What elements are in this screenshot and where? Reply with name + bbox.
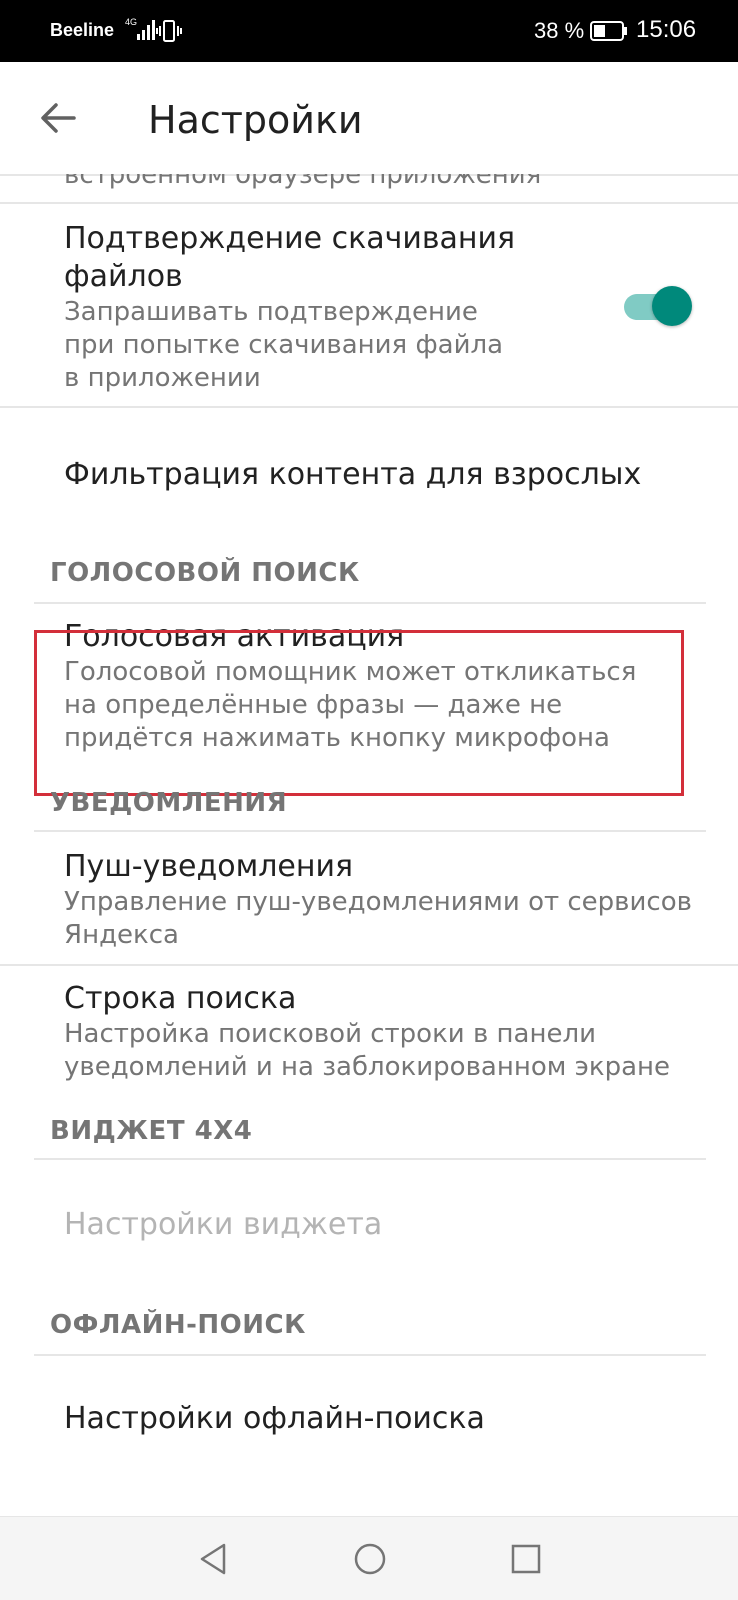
- download-confirm-toggle[interactable]: [622, 286, 692, 326]
- widget-settings-item: Настройки виджета: [64, 1207, 383, 1242]
- app-bar: Настройки: [0, 62, 738, 174]
- clock: 15:06: [636, 16, 697, 43]
- nav-recents-icon[interactable]: [504, 1537, 548, 1581]
- search-bar-title: Строка поиска: [64, 981, 297, 1016]
- push-subtitle: Управление пуш-уведомлениями от сервисов…: [64, 887, 692, 950]
- push-title: Пуш-уведомления: [64, 849, 353, 884]
- download-confirm-title: Подтверждение скачивания: [64, 221, 516, 256]
- divider: [0, 964, 738, 966]
- page-title: Настройки: [148, 98, 363, 142]
- battery-percent: 38 %: [534, 18, 585, 43]
- section-header-widget: ВИДЖЕТ 4X4: [50, 1116, 253, 1146]
- toggle-thumb: [652, 286, 692, 326]
- signal-icon: 4G: [125, 17, 155, 40]
- divider: [34, 1158, 706, 1160]
- divider: [34, 602, 706, 604]
- divider: [34, 1354, 706, 1356]
- system-nav-bar: [0, 1516, 738, 1600]
- clipped-setting-text: встроенном браузере приложения: [64, 174, 542, 190]
- battery-icon: [590, 21, 627, 41]
- divider: [34, 830, 706, 832]
- highlight-frame: [34, 630, 684, 796]
- settings-list[interactable]: встроенном браузере приложения Подтвержд…: [0, 174, 738, 1516]
- nav-back-icon[interactable]: [190, 1537, 234, 1581]
- adult-filter-item[interactable]: Фильтрация контента для взрослых: [64, 456, 641, 494]
- arrow-back-icon[interactable]: [34, 94, 82, 142]
- search-bar-subtitle: Настройка поисковой строки в панели увед…: [64, 1019, 671, 1082]
- section-header-notifications: УВЕДОМЛЕНИЯ: [50, 788, 288, 818]
- vibrate-icon: [156, 20, 182, 42]
- carrier-label: Beeline: [50, 20, 115, 40]
- section-header-voice: ГОЛОСОВОЙ ПОИСК: [50, 558, 360, 588]
- offline-settings-item[interactable]: Настройки офлайн-поиска: [64, 1400, 485, 1438]
- status-bar: Beeline 4G 38 % 15:06: [0, 0, 738, 62]
- network-type-label: 4G: [125, 17, 137, 27]
- section-header-offline: ОФЛАЙН-ПОИСК: [50, 1310, 306, 1340]
- download-confirm-title-line2: файлов: [64, 259, 183, 294]
- nav-home-icon[interactable]: [348, 1537, 392, 1581]
- divider: [0, 406, 738, 408]
- download-confirm-subtitle: Запрашивать подтверждение при попытке ск…: [64, 297, 504, 393]
- divider: [0, 202, 738, 204]
